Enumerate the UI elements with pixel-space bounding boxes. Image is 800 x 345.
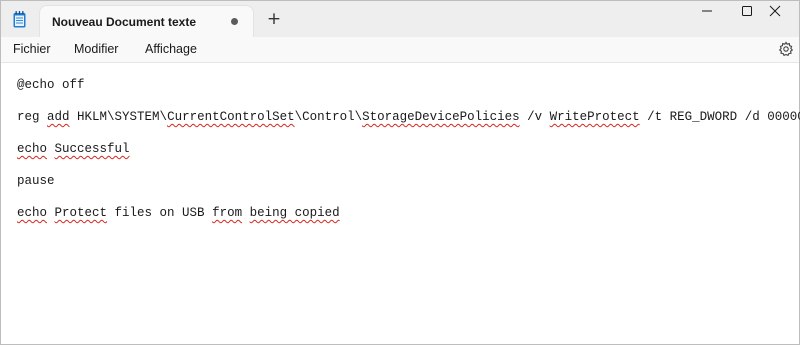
editor-line: pause: [17, 174, 55, 188]
text-segment: HKLM\SYSTEM\: [69, 110, 168, 124]
misspelled-word: echo: [17, 142, 48, 156]
title-bar[interactable]: Nouveau Document texte +: [1, 1, 799, 37]
text-segment: reg: [17, 110, 48, 124]
text-segment: files on USB: [107, 206, 213, 220]
misspelled-word: Successful: [54, 142, 130, 156]
misspelled-word: Protect: [54, 206, 108, 220]
misspelled-word: being copied: [249, 206, 340, 220]
notepad-icon: [13, 11, 26, 28]
editor-line: reg add HKLM\SYSTEM\CurrentControlSet\Co…: [17, 110, 800, 124]
menu-affichage[interactable]: Affichage: [145, 42, 197, 56]
notepad-window: Nouveau Document texte + Fichier Modifie…: [0, 0, 800, 345]
close-icon[interactable]: [761, 1, 800, 21]
editor-line: echo Successful: [17, 142, 130, 156]
text-editor[interactable]: @echo off reg add HKLM\SYSTEM\CurrentCon…: [1, 64, 800, 344]
text-segment: /t REG_DWORD /d 00000001: [647, 110, 800, 124]
new-tab-button[interactable]: +: [264, 8, 284, 30]
menu-fichier[interactable]: Fichier: [13, 42, 51, 56]
text-segment: pause: [17, 174, 55, 188]
misspelled-word: echo: [17, 206, 48, 220]
misspelled-word: add: [47, 110, 70, 124]
text-segment: [242, 206, 250, 220]
minimize-icon[interactable]: [688, 1, 728, 21]
menu-bar: Fichier Modifier Affichage: [1, 37, 799, 63]
tab-title: Nouveau Document texte: [52, 15, 197, 29]
gear-icon[interactable]: [778, 41, 794, 57]
menu-modifier[interactable]: Modifier: [74, 42, 118, 56]
text-segment: /v: [519, 110, 550, 124]
misspelled-word: StorageDevicePolicies: [362, 110, 520, 124]
editor-line: echo Protect files on USB from being cop…: [17, 206, 340, 220]
text-segment: [47, 206, 55, 220]
editor-line: @echo off: [17, 78, 85, 92]
text-segment: [47, 142, 55, 156]
tab-document[interactable]: Nouveau Document texte: [39, 5, 254, 37]
misspelled-word: WriteProtect: [549, 110, 640, 124]
unsaved-indicator-icon[interactable]: [231, 18, 238, 25]
misspelled-word: from: [212, 206, 243, 220]
text-segment: @echo off: [17, 78, 85, 92]
text-segment: \Control\: [294, 110, 363, 124]
misspelled-word: CurrentControlSet: [167, 110, 295, 124]
